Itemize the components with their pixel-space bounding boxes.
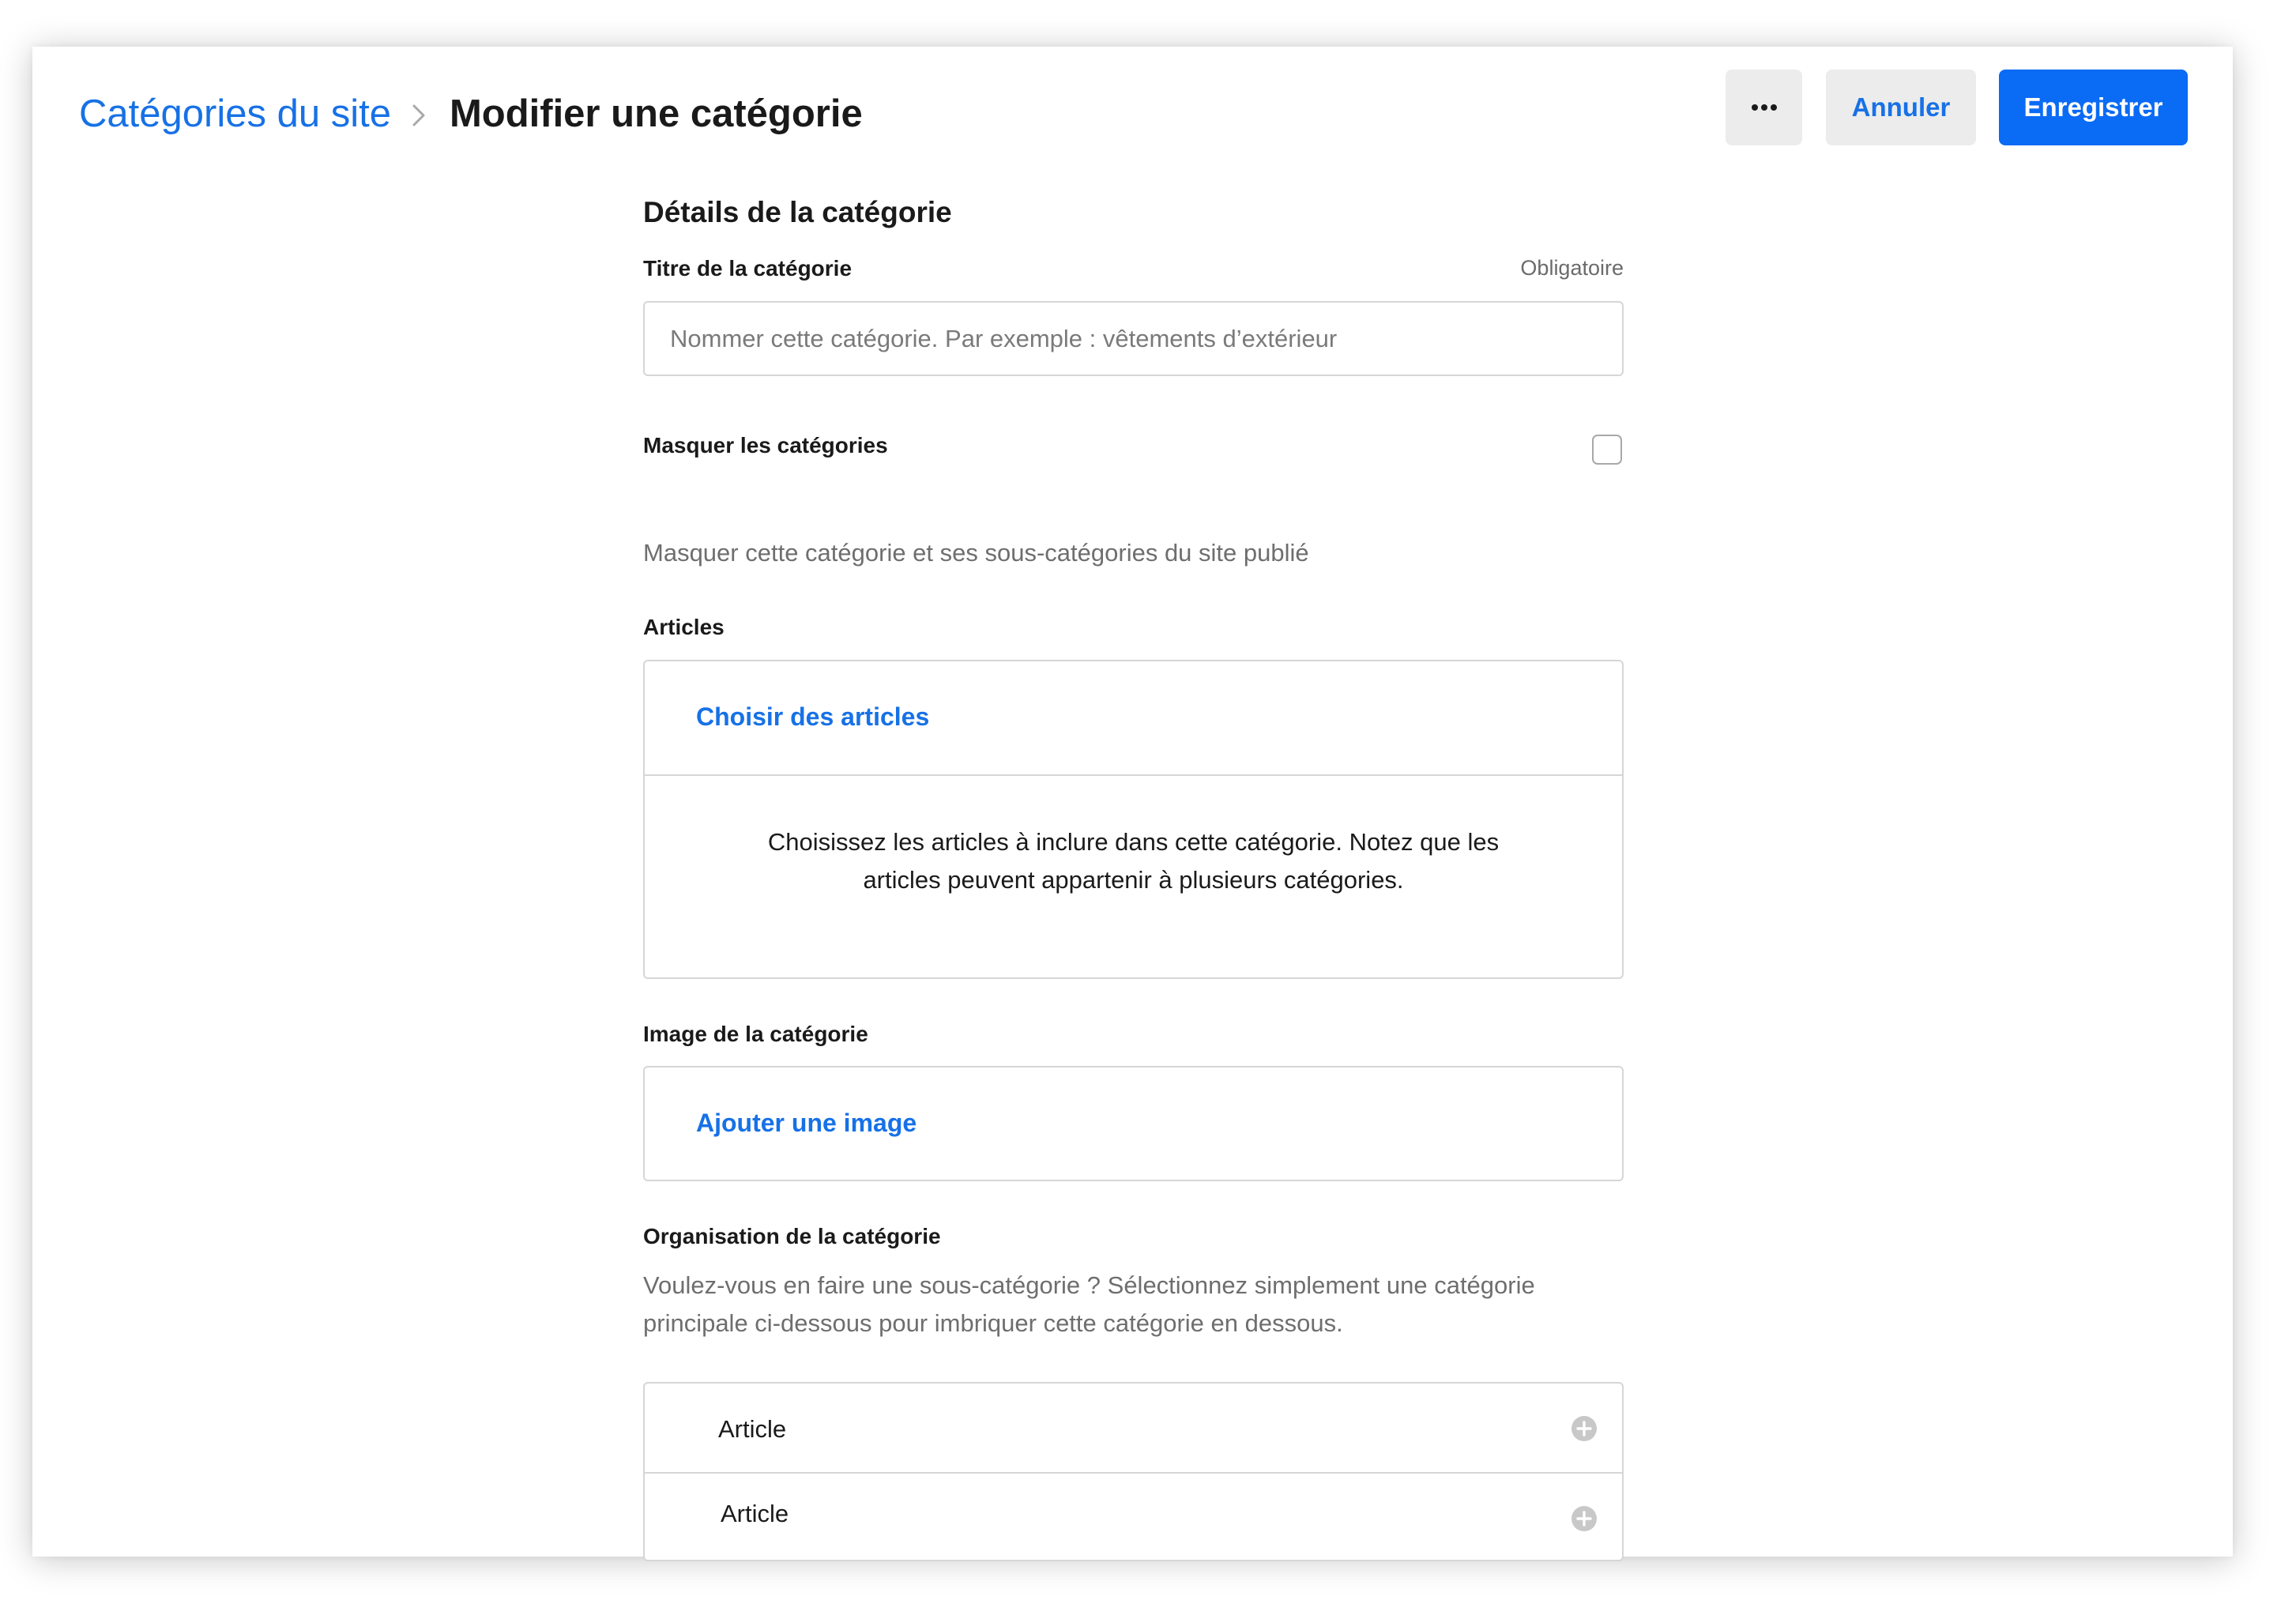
category-image-label: Image de la catégorie — [643, 1022, 868, 1046]
chevron-right-icon — [391, 96, 450, 131]
cancel-button[interactable]: Annuler — [1826, 70, 1976, 145]
title-field-label: Titre de la catégorie — [643, 256, 853, 281]
parent-category-list: Article Article — [643, 1382, 1624, 1561]
hide-categories-label: Masquer les catégories — [643, 433, 888, 457]
list-item-label: Article — [718, 1415, 787, 1443]
more-options-button[interactable] — [1726, 70, 1802, 145]
articles-box: Choisir des articles Choisissez les arti… — [643, 660, 1624, 979]
plus-circle-icon[interactable] — [1571, 1505, 1598, 1532]
page-header: Catégories du site Modifier une catégori… — [32, 47, 2233, 167]
page-title: Modifier une catégorie — [449, 92, 863, 135]
breadcrumb: Catégories du site Modifier une catégori… — [79, 85, 863, 142]
hide-categories-checkbox[interactable] — [1592, 435, 1622, 465]
articles-label: Articles — [643, 615, 725, 639]
hide-categories-helper: Masquer cette catégorie et ses sous-caté… — [643, 539, 1309, 567]
save-button[interactable]: Enregistrer — [1999, 70, 2188, 145]
category-title-input[interactable] — [643, 301, 1624, 376]
category-image-box: Ajouter une image — [643, 1066, 1624, 1181]
breadcrumb-parent-link[interactable]: Catégories du site — [79, 92, 391, 136]
plus-circle-icon[interactable] — [1571, 1415, 1598, 1442]
choose-articles-link[interactable]: Choisir des articles — [696, 702, 929, 732]
section-title: Détails de la catégorie — [643, 196, 952, 228]
list-item[interactable]: Article — [645, 1472, 1622, 1561]
list-item[interactable]: Article — [645, 1384, 1622, 1472]
more-horizontal-icon — [1751, 104, 1777, 111]
articles-description: Choisissez les articles à inclure dans c… — [767, 828, 1500, 894]
list-item-label: Article — [721, 1500, 789, 1527]
app-window: Catégories du site Modifier une catégori… — [32, 47, 2233, 1561]
organisation-label: Organisation de la catégorie — [643, 1224, 941, 1248]
organisation-helper: Voulez-vous en faire une sous-catégorie … — [643, 1271, 1535, 1337]
required-indicator: Obligatoire — [1520, 256, 1624, 280]
add-image-link[interactable]: Ajouter une image — [696, 1109, 917, 1138]
divider — [645, 774, 1622, 776]
